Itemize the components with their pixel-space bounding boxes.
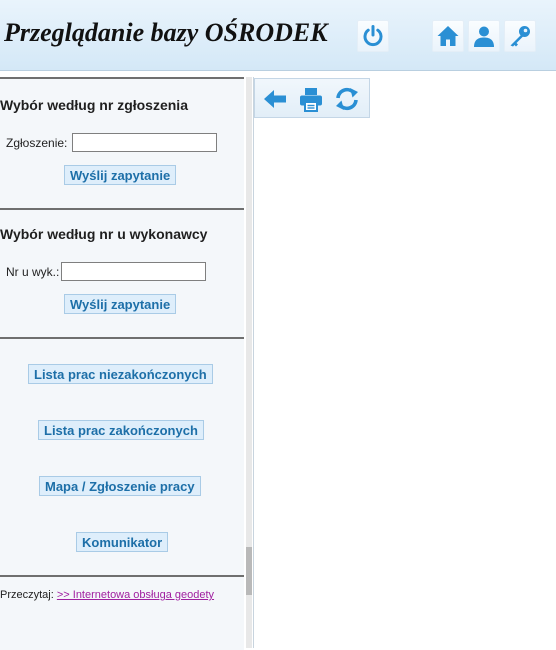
print-icon (300, 88, 322, 112)
left-panel: Wybór według nr zgłoszenia Zgłoszenie: W… (0, 77, 244, 650)
vertical-scrollbar[interactable] (246, 77, 252, 648)
key-icon (510, 26, 530, 47)
unfinished-works-button[interactable]: Lista prac niezakończonych (28, 364, 213, 384)
section-title-contractor-number: Wybór według nr u wykonawcy (0, 226, 208, 242)
divider-1 (0, 208, 244, 210)
contractor-number-input[interactable] (61, 262, 206, 281)
content-panel (253, 77, 556, 648)
refresh-button[interactable] (331, 83, 363, 115)
page-title: Przeglądanie bazy OŚRODEK (4, 18, 328, 47)
request-number-input[interactable] (72, 133, 217, 152)
footer-read: Przeczytaj: >> Internetowa obsługa geode… (0, 589, 214, 601)
section-title-request-number: Wybór według nr zgłoszenia (0, 97, 188, 113)
user-button[interactable] (468, 20, 500, 52)
user-icon (474, 26, 494, 47)
finished-works-button[interactable]: Lista prac zakończonych (38, 420, 204, 440)
contractor-number-label: Nr u wyk.: (6, 265, 60, 279)
print-button[interactable] (295, 83, 327, 115)
divider-2 (0, 337, 244, 339)
map-work-request-button[interactable]: Mapa / Zgłoszenie pracy (39, 476, 201, 496)
footer-prefix: Przeczytaj: (0, 589, 54, 601)
key-button[interactable] (504, 20, 536, 52)
home-button[interactable] (432, 20, 464, 52)
back-arrow-icon (264, 90, 286, 108)
messenger-button[interactable]: Komunikator (76, 532, 169, 552)
request-number-label: Zgłoszenie: (6, 136, 68, 150)
send-query-button-1[interactable]: Wyślij zapytanie (64, 165, 177, 185)
back-button[interactable] (259, 83, 291, 115)
scrollbar-thumb[interactable] (246, 547, 252, 595)
home-icon (437, 26, 459, 46)
surveyor-service-link[interactable]: >> Internetowa obsługa geodety (57, 589, 214, 601)
header-bar: Przeglądanie bazy OŚRODEK (0, 0, 556, 71)
divider-3 (0, 575, 244, 577)
send-query-button-2[interactable]: Wyślij zapytanie (64, 294, 177, 314)
toolbar (254, 78, 370, 118)
refresh-icon (336, 87, 358, 111)
logout-button[interactable] (357, 20, 389, 52)
power-icon (363, 25, 383, 47)
